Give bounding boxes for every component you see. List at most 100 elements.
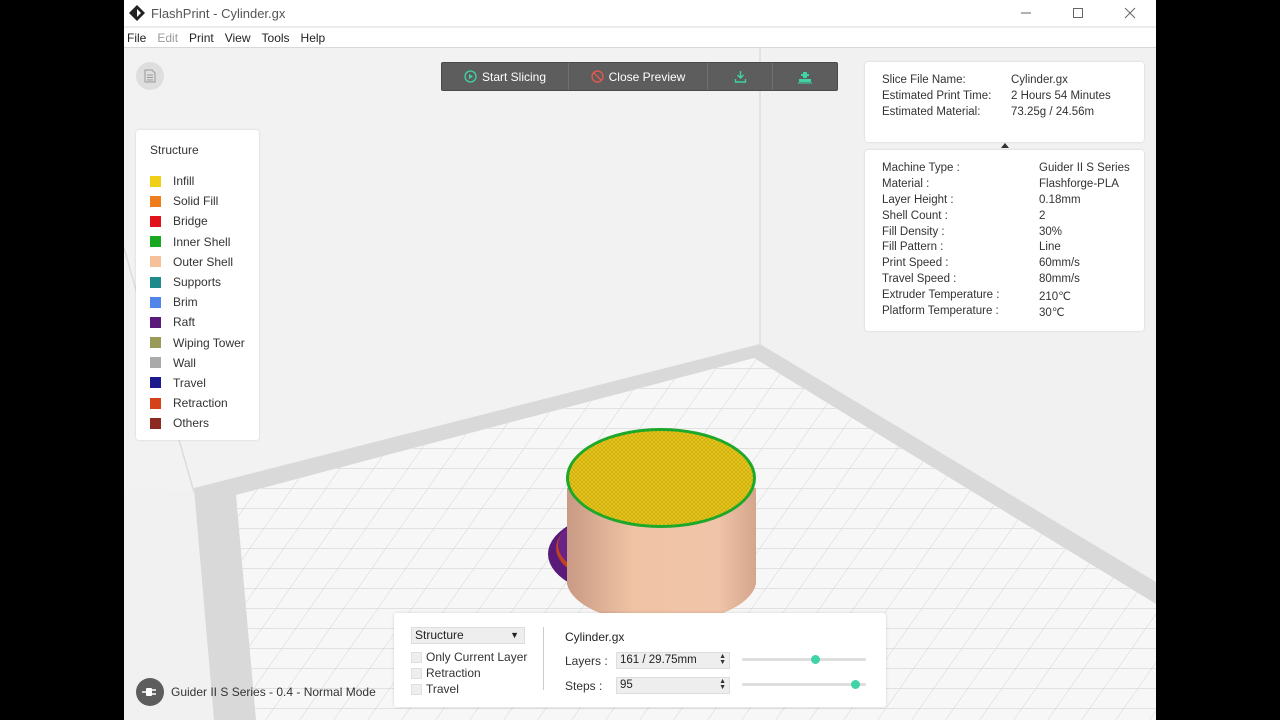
legend-label: Supports [173, 275, 222, 290]
legend-swatch [150, 296, 161, 308]
legend-item: Raft [150, 312, 259, 332]
info-value: 2 [1039, 209, 1046, 222]
info-key: Estimated Print Time: [882, 90, 992, 102]
only-current-layer-checkbox[interactable]: Only Current Layer [411, 650, 527, 664]
steps-label: Steps : [565, 679, 603, 693]
legend-label: Bridge [173, 214, 208, 229]
info-value: Guider II S Series [1039, 162, 1130, 174]
print-button[interactable] [773, 63, 837, 90]
legend-swatch [150, 215, 161, 227]
legend-swatch [150, 417, 161, 429]
legend-swatch [150, 236, 161, 248]
document-button[interactable] [136, 62, 164, 90]
machine-connect-button[interactable] [136, 678, 164, 706]
export-button[interactable] [708, 63, 773, 90]
menu-help[interactable]: Help [298, 31, 332, 45]
slice-info-row: Estimated Print Time: 2 Hours 54 Minutes [882, 90, 1144, 106]
legend-label: Inner Shell [173, 234, 231, 249]
travel-checkbox[interactable]: Travel [411, 682, 459, 696]
preview-control-panel: Structure ▼ Only Current Layer Retractio… [394, 613, 886, 707]
info-key: Extruder Temperature : [882, 289, 1000, 302]
info-value: 210℃ [1039, 291, 1072, 304]
info-key: Material : [882, 177, 930, 190]
legend-item: Brim [150, 292, 259, 312]
travel-label: Travel [426, 682, 459, 696]
close-preview-button[interactable]: Close Preview [569, 63, 708, 90]
menu-file[interactable]: File [124, 31, 152, 45]
layers-value: 161 / 29.75mm [620, 654, 697, 666]
legend-swatch [150, 377, 161, 389]
no-entry-icon [590, 70, 604, 83]
window-title: FlashPrint - Cylinder.gx [151, 5, 286, 21]
preview-toolbar: Start Slicing Close Preview [441, 62, 838, 91]
info-key: Fill Pattern : [882, 241, 944, 254]
legend-label: Raft [173, 315, 196, 330]
minimize-icon [1021, 12, 1031, 14]
steps-slider-thumb[interactable] [851, 680, 861, 689]
machine-info-row: Machine Type : Guider II S Series [882, 162, 1144, 178]
legend-label: Others [173, 416, 210, 431]
legend-item: Inner Shell [150, 232, 259, 252]
info-key: Platform Temperature : [882, 305, 999, 318]
legend-label: Travel [173, 375, 206, 390]
legend-item: Others [150, 413, 259, 433]
info-value: 60mm/s [1039, 257, 1080, 270]
3d-viewport[interactable]: Start Slicing Close Preview Structure In… [124, 48, 1156, 720]
legend-swatch [150, 316, 161, 328]
info-key: Shell Count : [882, 209, 948, 222]
machine-info-row: Extruder Temperature : 210℃ [882, 289, 1144, 305]
start-slicing-label: Start Slicing [481, 69, 547, 84]
checkbox-box [411, 651, 422, 663]
menu-tools[interactable]: Tools [259, 31, 296, 45]
menu-view[interactable]: View [222, 31, 257, 45]
layers-slider[interactable] [742, 655, 866, 664]
info-key: Travel Speed : [882, 273, 957, 286]
legend-item: Bridge [150, 211, 259, 231]
legend-swatch [150, 256, 161, 268]
layers-label: Layers : [565, 654, 608, 668]
info-value: 73.25g / 24.56m [1011, 106, 1095, 118]
maximize-button[interactable] [1052, 0, 1104, 26]
start-slicing-button[interactable]: Start Slicing [442, 63, 569, 90]
steps-slider[interactable] [742, 680, 866, 689]
title-bar: FlashPrint - Cylinder.gx [124, 0, 1156, 26]
menu-print[interactable]: Print [186, 31, 220, 45]
spin-arrows-icon[interactable]: ▲ ▼ [719, 678, 726, 691]
maximize-icon [1073, 8, 1083, 18]
info-key: Slice File Name: [882, 74, 966, 86]
menu-edit[interactable]: Edit [154, 31, 184, 45]
print-icon [798, 71, 812, 83]
plug-icon [142, 688, 156, 696]
legend-label: Outer Shell [173, 254, 234, 269]
retraction-label: Retraction [426, 666, 481, 680]
play-icon [464, 70, 477, 83]
legend-item: Solid Fill [150, 191, 259, 211]
info-key: Print Speed : [882, 257, 949, 270]
info-value: 30℃ [1039, 307, 1065, 320]
info-value: 2 Hours 54 Minutes [1011, 90, 1111, 102]
close-window-button[interactable] [1104, 0, 1156, 26]
layers-slider-thumb[interactable] [811, 655, 820, 664]
structure-legend: Structure Infill Solid Fill Bridge Inner Sh… [136, 130, 259, 440]
legend-item: Wiping Tower [150, 333, 259, 353]
display-mode-select[interactable]: Structure ▼ [411, 627, 525, 644]
machine-info-row: Travel Speed : 80mm/s [882, 273, 1144, 289]
info-key: Fill Density : [882, 225, 945, 238]
caret-up-icon [1000, 142, 1009, 148]
slice-info-row: Estimated Material: 73.25g / 24.56m [882, 106, 1144, 122]
close-icon [1124, 7, 1136, 19]
machine-status-text: Guider II S Series - 0.4 - Normal Mode [171, 685, 376, 699]
info-value: 0.18mm [1039, 193, 1081, 206]
info-key: Machine Type : [882, 162, 960, 174]
layers-spinbox[interactable]: 161 / 29.75mm ▲ ▼ [616, 652, 730, 669]
steps-spinbox[interactable]: 95 ▲ ▼ [616, 677, 730, 694]
minimize-button[interactable] [1000, 0, 1052, 26]
flashprint-logo-icon [129, 5, 145, 21]
spin-arrows-icon[interactable]: ▲ ▼ [719, 653, 726, 666]
retraction-checkbox[interactable]: Retraction [411, 666, 481, 680]
info-value: 80mm/s [1039, 273, 1080, 286]
legend-label: Retraction [173, 396, 228, 411]
machine-info-row: Layer Height : 0.18mm [882, 194, 1144, 210]
legend-label: Wall [173, 355, 196, 370]
legend-item: Supports [150, 272, 259, 292]
